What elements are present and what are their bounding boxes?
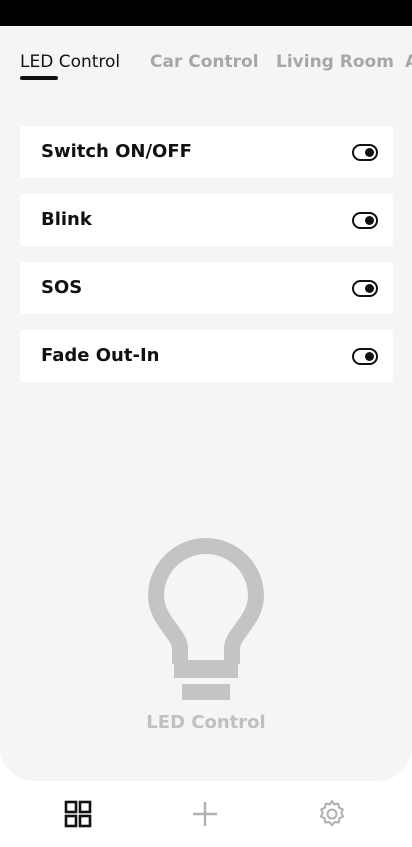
lightbulb-icon [148, 538, 264, 700]
active-tab-indicator [20, 76, 58, 80]
content-panel: LED Control Car Control Living Room A Sw… [0, 26, 412, 781]
toggle-icon[interactable] [352, 144, 378, 161]
gear-icon[interactable] [316, 798, 348, 830]
bottom-nav [0, 781, 412, 847]
tab-bar: LED Control Car Control Living Room A [0, 26, 412, 86]
toggle-knob [365, 148, 374, 157]
toggle-icon[interactable] [352, 348, 378, 365]
grid-icon[interactable] [62, 798, 94, 830]
control-switch-onoff[interactable]: Switch ON/OFF [20, 126, 393, 178]
tab-living-room[interactable]: Living Room [276, 51, 394, 73]
hero-caption: LED Control [146, 712, 266, 733]
status-bar [0, 0, 412, 26]
control-blink[interactable]: Blink [20, 194, 393, 246]
control-fade-out-in[interactable]: Fade Out-In [20, 330, 393, 382]
toggle-knob [365, 216, 374, 225]
toggle-icon[interactable] [352, 280, 378, 297]
tab-partial[interactable]: A [405, 51, 412, 73]
toggle-icon[interactable] [352, 212, 378, 229]
control-label: SOS [41, 277, 83, 298]
tab-car-control[interactable]: Car Control [150, 51, 259, 73]
toggle-knob [365, 284, 374, 293]
control-label: Blink [41, 209, 92, 230]
tab-led-control[interactable]: LED Control [20, 51, 120, 73]
plus-icon[interactable] [189, 798, 221, 830]
control-sos[interactable]: SOS [20, 262, 393, 314]
toggle-knob [365, 352, 374, 361]
control-label: Switch ON/OFF [41, 141, 192, 162]
control-label: Fade Out-In [41, 345, 160, 366]
